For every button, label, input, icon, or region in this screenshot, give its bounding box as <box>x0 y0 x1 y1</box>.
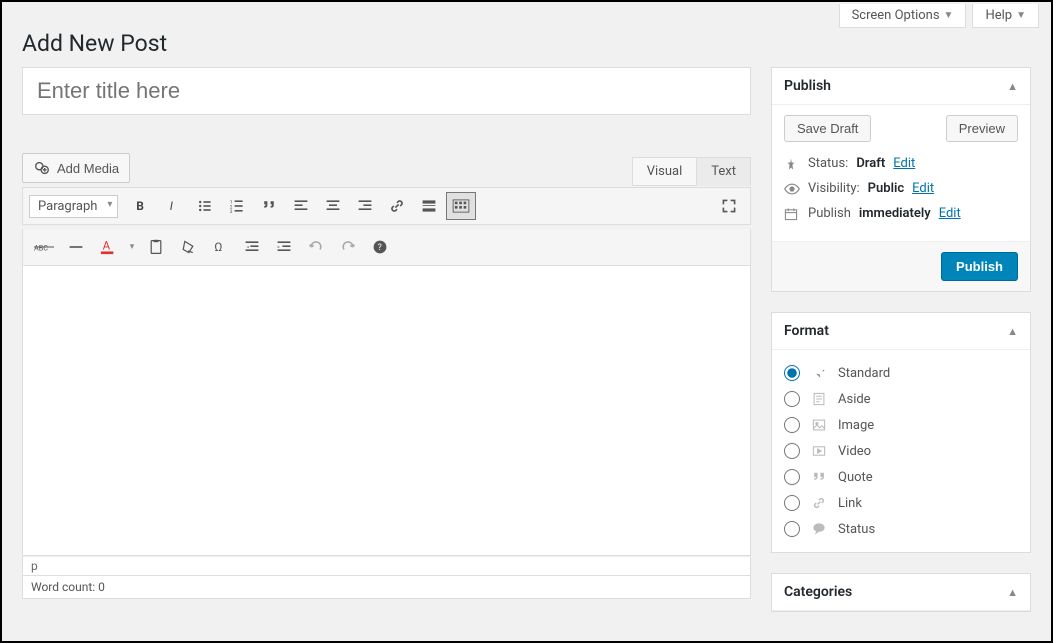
link-button[interactable] <box>382 192 412 220</box>
text-color-button[interactable]: A <box>93 233 123 261</box>
svg-text:ABC: ABC <box>34 244 48 253</box>
numbered-list-button[interactable]: 123 <box>222 192 252 220</box>
svg-text:B: B <box>137 199 145 213</box>
quote-icon <box>810 470 828 484</box>
format-box: Format ▲ Standard Aside Image Video Quot… <box>771 312 1031 553</box>
editor-tab-visual[interactable]: Visual <box>632 157 697 186</box>
redo-button[interactable] <box>333 233 363 261</box>
svg-text:A: A <box>103 239 111 253</box>
edit-visibility-link[interactable]: Edit <box>912 181 934 196</box>
format-video[interactable]: Video <box>784 438 1018 464</box>
image-icon <box>810 418 828 432</box>
paste-text-button[interactable] <box>141 233 171 261</box>
format-aside[interactable]: Aside <box>784 386 1018 412</box>
editor-tab-text[interactable]: Text <box>696 157 751 186</box>
clear-formatting-button[interactable] <box>173 233 203 261</box>
format-link[interactable]: Link <box>784 490 1018 516</box>
save-draft-button[interactable]: Save Draft <box>784 115 871 142</box>
special-char-button[interactable]: Ω <box>205 233 235 261</box>
media-icon <box>33 159 51 177</box>
svg-text:?: ? <box>378 243 382 253</box>
calendar-icon <box>784 207 800 221</box>
collapse-icon[interactable]: ▲ <box>1007 586 1018 599</box>
word-count: Word count: 0 <box>22 576 751 599</box>
preview-button[interactable]: Preview <box>946 115 1018 142</box>
blockquote-button[interactable] <box>254 192 284 220</box>
categories-title: Categories <box>784 584 852 600</box>
post-title-input[interactable] <box>22 67 751 115</box>
format-image[interactable]: Image <box>784 412 1018 438</box>
indent-button[interactable] <box>269 233 299 261</box>
status-icon <box>810 522 828 536</box>
chevron-down-icon: ▼ <box>944 10 954 21</box>
svg-text:I: I <box>170 199 174 213</box>
link-icon <box>810 496 828 510</box>
eye-icon <box>784 183 800 195</box>
document-icon <box>810 392 828 406</box>
undo-button[interactable] <box>301 233 331 261</box>
italic-button[interactable]: I <box>158 192 188 220</box>
format-status[interactable]: Status <box>784 516 1018 542</box>
format-quote[interactable]: Quote <box>784 464 1018 490</box>
add-media-button[interactable]: Add Media <box>22 153 130 183</box>
read-more-button[interactable] <box>414 192 444 220</box>
keyboard-help-button[interactable]: ? <box>365 233 395 261</box>
paragraph-select[interactable]: Paragraph <box>29 195 118 218</box>
svg-text:3: 3 <box>230 209 233 214</box>
editor-content[interactable] <box>22 266 751 556</box>
text-color-dropdown[interactable]: ▾ <box>125 233 139 261</box>
align-right-button[interactable] <box>350 192 380 220</box>
categories-box: Categories ▲ <box>771 573 1031 612</box>
bold-button[interactable]: B <box>126 192 156 220</box>
format-standard[interactable]: Standard <box>784 360 1018 386</box>
svg-text:Ω: Ω <box>214 240 222 254</box>
collapse-icon[interactable]: ▲ <box>1007 80 1018 93</box>
collapse-icon[interactable]: ▲ <box>1007 325 1018 338</box>
help-tab[interactable]: Help▼ <box>972 4 1039 28</box>
horizontal-rule-button[interactable] <box>61 233 91 261</box>
publish-button[interactable]: Publish <box>941 252 1018 281</box>
editor-path: p <box>22 556 751 576</box>
pin-icon <box>784 157 800 171</box>
publish-title: Publish <box>784 78 831 94</box>
toolbar-toggle-button[interactable] <box>446 192 476 220</box>
pushpin-icon <box>810 366 828 380</box>
screen-options-tab[interactable]: Screen Options▼ <box>839 4 967 28</box>
align-center-button[interactable] <box>318 192 348 220</box>
align-left-button[interactable] <box>286 192 316 220</box>
bullet-list-button[interactable] <box>190 192 220 220</box>
outdent-button[interactable] <box>237 233 267 261</box>
edit-schedule-link[interactable]: Edit <box>939 206 961 221</box>
publish-box: Publish ▲ Save Draft Preview Status: Dra… <box>771 67 1031 292</box>
edit-status-link[interactable]: Edit <box>893 156 915 171</box>
fullscreen-button[interactable] <box>714 192 744 220</box>
chevron-down-icon: ▼ <box>1016 10 1026 21</box>
video-icon <box>810 444 828 458</box>
format-title: Format <box>784 323 829 339</box>
strikethrough-button[interactable]: ABC <box>29 233 59 261</box>
